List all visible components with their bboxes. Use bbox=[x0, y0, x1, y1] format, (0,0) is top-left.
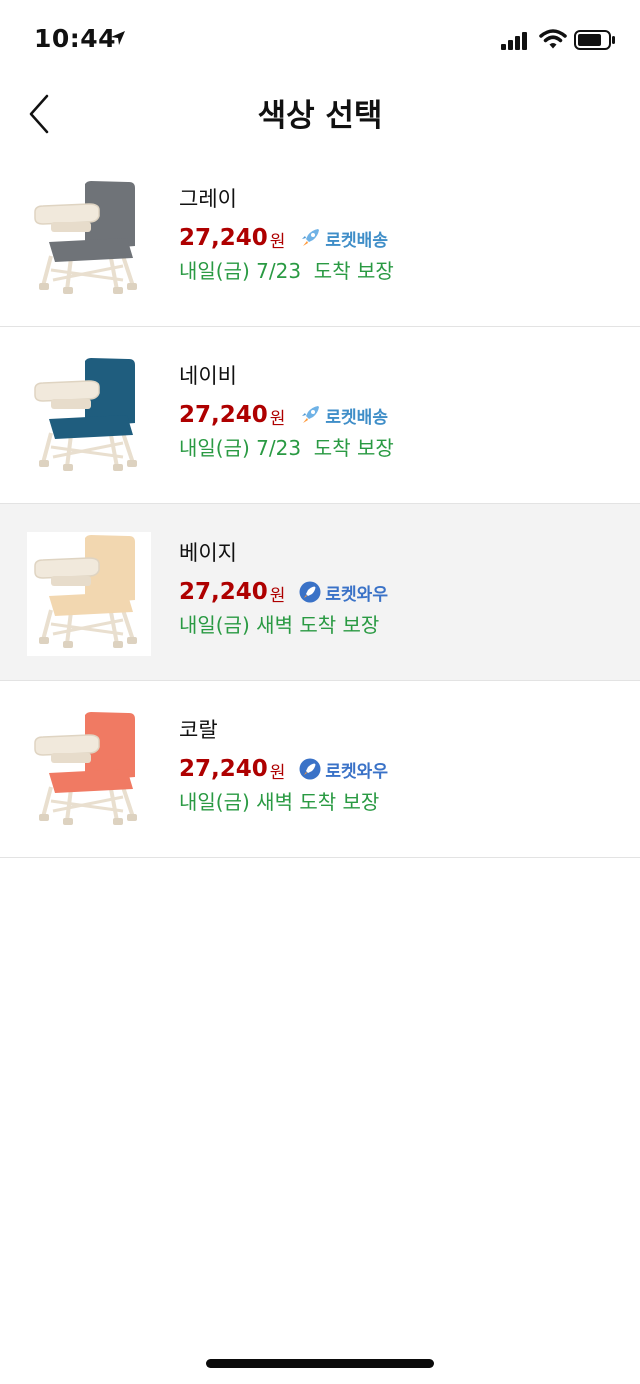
page-title: 색상 선택 bbox=[257, 98, 383, 134]
delivery-guarantee: 내일(금) 7/23 도착 보장 bbox=[179, 436, 394, 460]
battery-icon bbox=[574, 30, 615, 50]
product-thumbnail bbox=[27, 709, 151, 833]
currency-label: 원 bbox=[269, 232, 286, 252]
delivery-badge: 로켓와우 bbox=[299, 580, 388, 605]
delivery-guarantee: 내일(금) 새벽 도착 보장 bbox=[179, 613, 380, 637]
price-value: 27,240 bbox=[179, 402, 268, 428]
color-option-gray[interactable]: 그레이 27,240 원 로켓배송내일(금) 7/23 도착 보장 bbox=[0, 150, 640, 327]
option-name: 네이비 bbox=[179, 364, 237, 388]
rocket-delivery-icon bbox=[302, 229, 320, 246]
price-row: 27,240 원 로켓와우 bbox=[179, 753, 388, 785]
rocket-wow-icon bbox=[299, 758, 321, 780]
price-value: 27,240 bbox=[179, 579, 268, 605]
option-info: 네이비 27,240 원 로켓배송내일(금) 7/23 도착 보장 bbox=[179, 361, 394, 463]
color-option-coral[interactable]: 코랄 27,240 원 로켓와우내일(금) 새벽 도착 보장 bbox=[0, 681, 640, 858]
currency-label: 원 bbox=[269, 763, 286, 783]
badge-label: 로켓와우 bbox=[325, 584, 388, 605]
cellular-signal-icon bbox=[501, 32, 527, 50]
price-row: 27,240 원 로켓배송 bbox=[179, 222, 394, 254]
status-time: 10:44 bbox=[34, 24, 117, 53]
rocket-delivery-icon bbox=[302, 406, 320, 423]
option-info: 그레이 27,240 원 로켓배송내일(금) 7/23 도착 보장 bbox=[179, 184, 394, 286]
location-arrow-icon bbox=[111, 31, 125, 45]
wifi-icon bbox=[539, 29, 567, 49]
delivery-badge: 로켓배송 bbox=[299, 226, 388, 251]
price-value: 27,240 bbox=[179, 756, 268, 782]
status-bar: 10:44 bbox=[0, 0, 640, 80]
color-option-beige[interactable]: 베이지 27,240 원 로켓와우내일(금) 새벽 도착 보장 bbox=[0, 504, 640, 681]
product-thumbnail bbox=[27, 178, 151, 302]
product-thumbnail bbox=[27, 532, 151, 656]
option-name: 코랄 bbox=[179, 718, 218, 742]
price-row: 27,240 원 로켓배송 bbox=[179, 399, 394, 431]
price-value: 27,240 bbox=[179, 225, 268, 251]
option-name: 베이지 bbox=[179, 541, 237, 565]
currency-label: 원 bbox=[269, 586, 286, 606]
badge-label: 로켓배송 bbox=[325, 407, 388, 428]
option-info: 코랄 27,240 원 로켓와우내일(금) 새벽 도착 보장 bbox=[179, 715, 388, 817]
navigation-bar: 색상 선택 bbox=[0, 80, 640, 144]
currency-label: 원 bbox=[269, 409, 286, 429]
badge-label: 로켓배송 bbox=[325, 230, 388, 251]
option-name: 그레이 bbox=[179, 187, 237, 211]
home-indicator bbox=[206, 1359, 434, 1368]
option-info: 베이지 27,240 원 로켓와우내일(금) 새벽 도착 보장 bbox=[179, 538, 388, 640]
price-row: 27,240 원 로켓와우 bbox=[179, 576, 388, 608]
product-thumbnail bbox=[27, 355, 151, 479]
delivery-guarantee: 내일(금) 7/23 도착 보장 bbox=[179, 259, 394, 283]
color-option-navy[interactable]: 네이비 27,240 원 로켓배송내일(금) 7/23 도착 보장 bbox=[0, 327, 640, 504]
rocket-wow-icon bbox=[299, 581, 321, 603]
color-option-list: 그레이 27,240 원 로켓배송 내일(금) 7/23 도착 보장 네이비 27,240… bbox=[0, 150, 640, 858]
delivery-guarantee: 내일(금) 새벽 도착 보장 bbox=[179, 790, 380, 814]
delivery-badge: 로켓배송 bbox=[299, 403, 388, 428]
badge-label: 로켓와우 bbox=[325, 761, 388, 782]
delivery-badge: 로켓와우 bbox=[299, 757, 388, 782]
